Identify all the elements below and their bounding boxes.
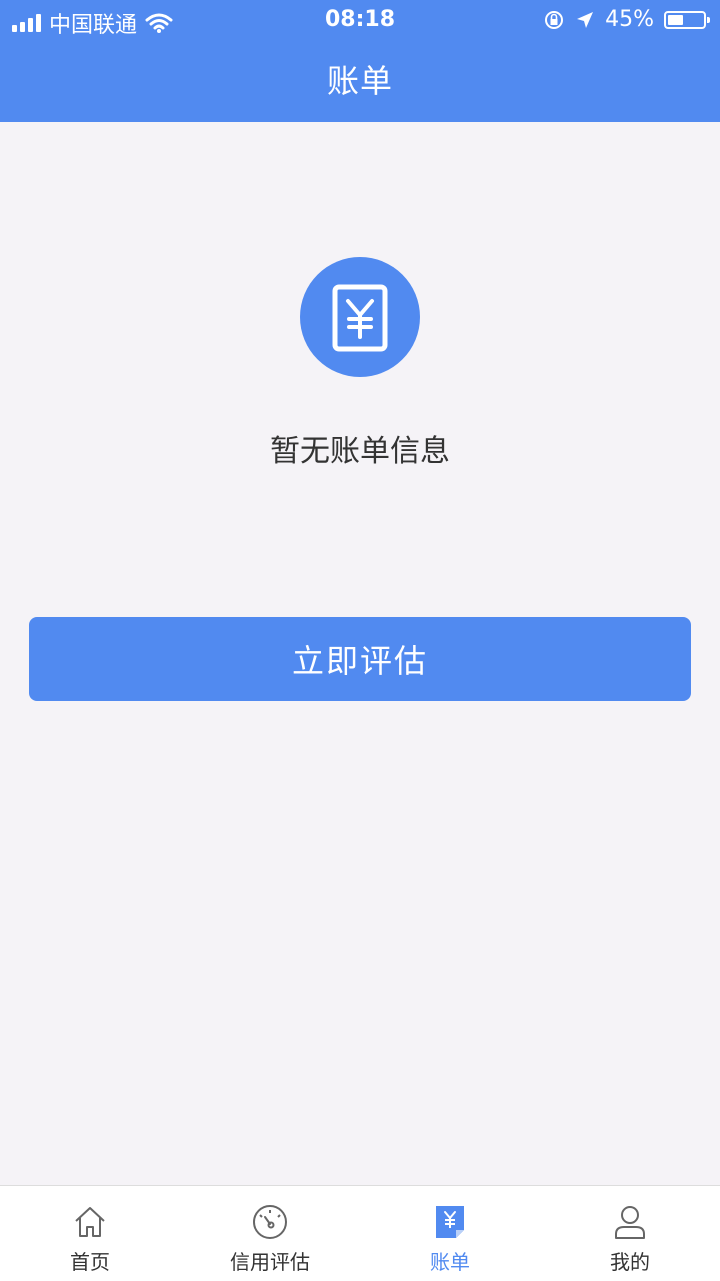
battery-level (668, 14, 684, 25)
tab-bar: 首页 信用评估 账单 我的 (0, 1185, 720, 1281)
battery-percent: 45% (605, 7, 654, 32)
tab-home[interactable]: 首页 (0, 1186, 180, 1281)
page-title: 账单 (326, 62, 393, 100)
gauge-icon (253, 1205, 287, 1239)
header: 中国联通 08:18 45% 账单 (0, 0, 720, 122)
tab-label: 首页 (70, 1250, 110, 1274)
orientation-lock-icon (545, 10, 564, 29)
tab-label: 我的 (610, 1250, 650, 1274)
location-arrow-icon (577, 11, 594, 28)
battery-icon (664, 10, 710, 29)
tab-credit-evaluation[interactable]: 信用评估 (180, 1186, 360, 1281)
empty-state-message: 暂无账单信息 (270, 434, 450, 469)
bill-icon (436, 1206, 464, 1238)
tab-label: 信用评估 (230, 1250, 310, 1274)
tab-label: 账单 (430, 1250, 470, 1274)
bill-yuan-icon (300, 257, 420, 377)
user-icon (615, 1206, 645, 1239)
tab-mine[interactable]: 我的 (540, 1186, 720, 1281)
home-icon (75, 1207, 105, 1237)
status-right: 45% (543, 7, 710, 32)
status-bar: 中国联通 08:18 45% (0, 0, 720, 40)
evaluate-now-button[interactable]: 立即评估 (29, 617, 691, 701)
tab-bill[interactable]: 账单 (360, 1186, 540, 1281)
